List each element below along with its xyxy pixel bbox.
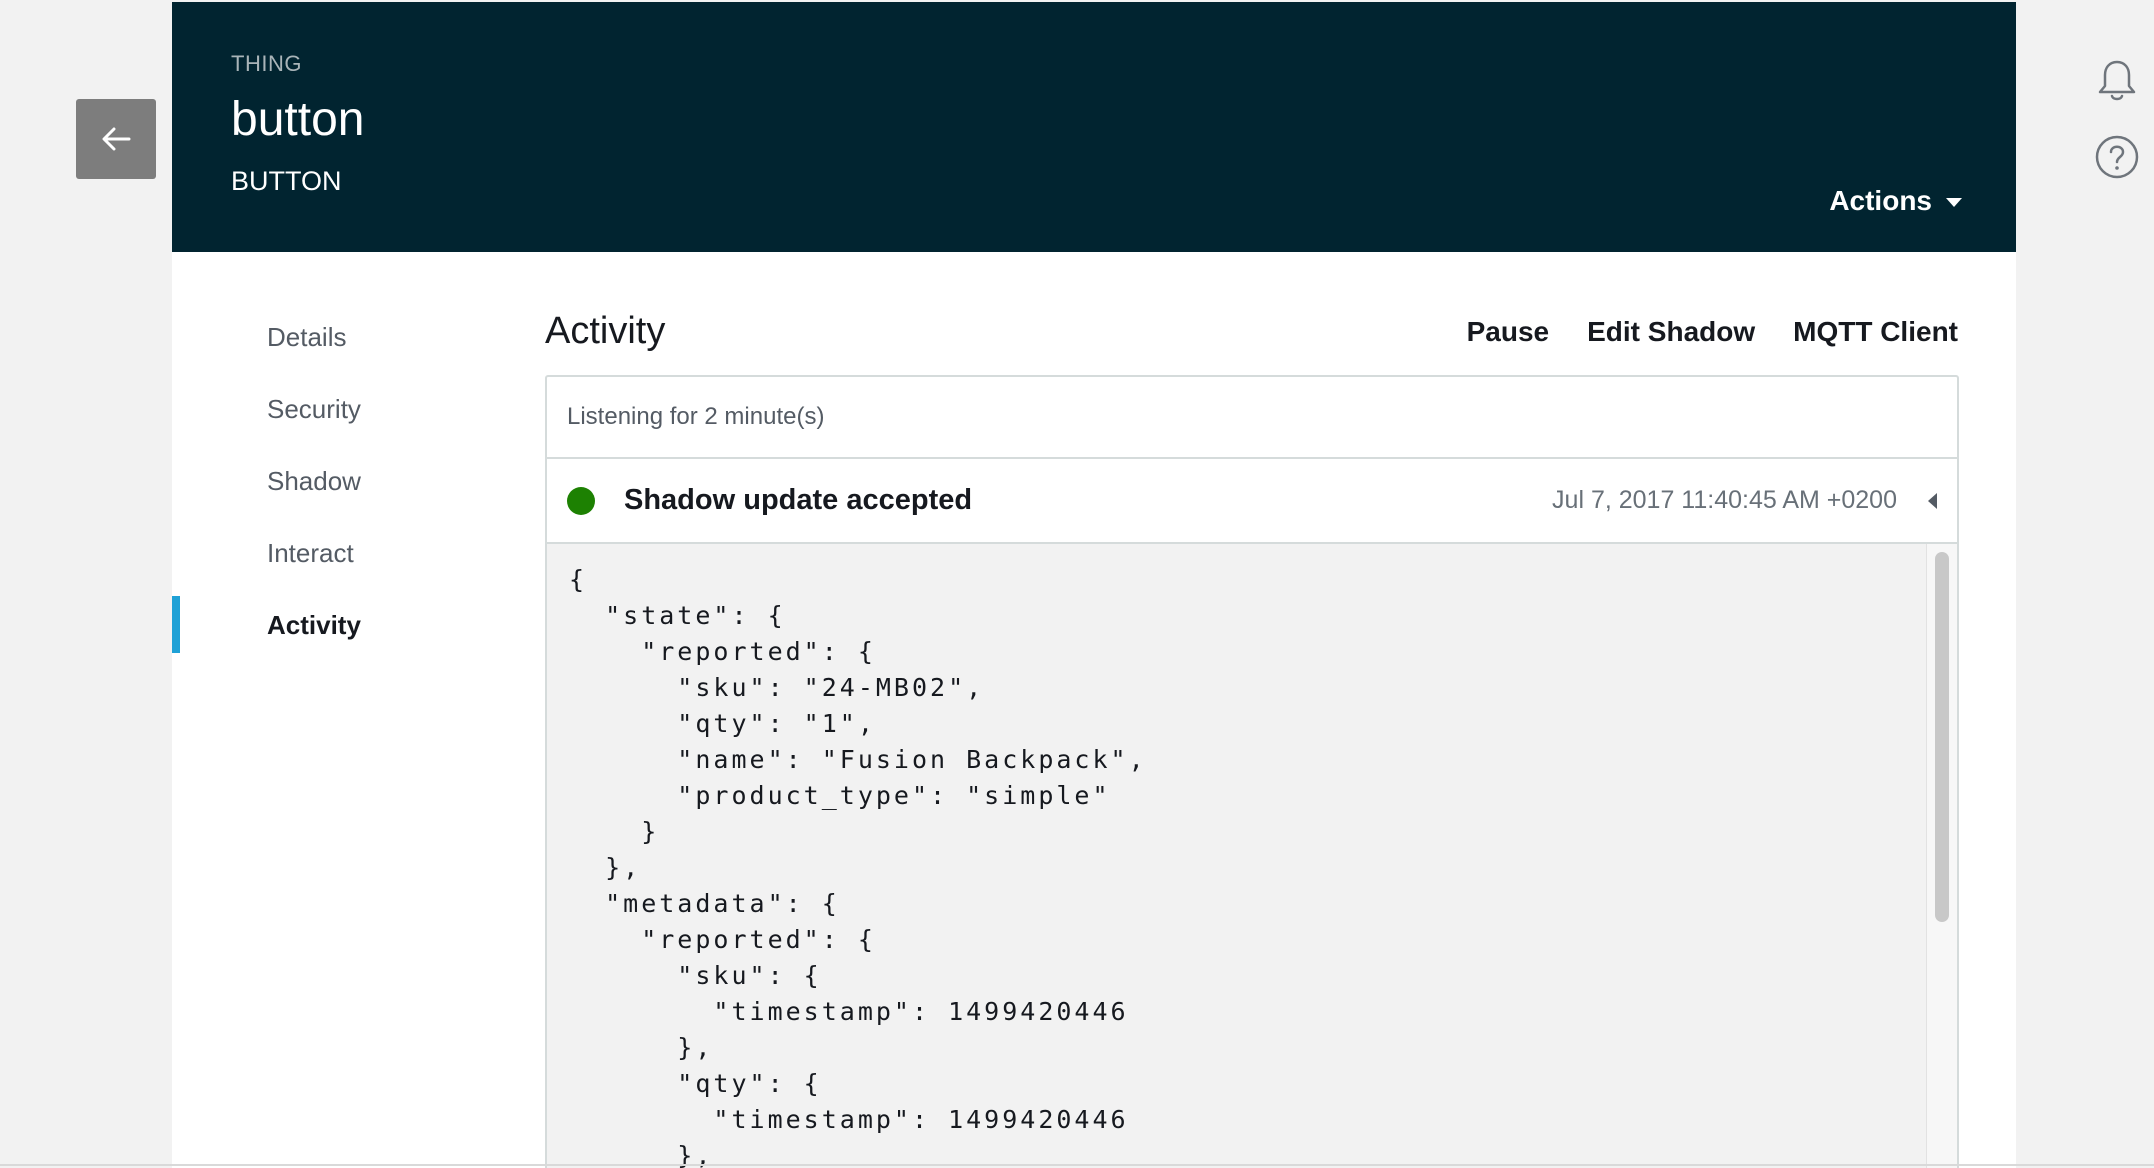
payload-line: "reported": { bbox=[569, 637, 876, 666]
section-title: Activity bbox=[545, 310, 666, 352]
payload-line: "timestamp": 1499420446 bbox=[569, 1105, 1129, 1134]
bell-icon bbox=[2098, 60, 2136, 101]
event-row[interactable]: Shadow update accepted Jul 7, 2017 11:40… bbox=[547, 459, 1957, 544]
sidebar-item-shadow[interactable]: Shadow bbox=[267, 466, 361, 497]
shadow-payload: { "state": { "reported": { "sku": "24-MB… bbox=[569, 562, 1147, 1168]
status-dot-icon bbox=[567, 486, 595, 515]
edit-shadow-button[interactable]: Edit Shadow bbox=[1587, 316, 1755, 348]
activity-panel: Listening for 2 minute(s) Shadow update … bbox=[545, 375, 1959, 1168]
payload-scrollbar[interactable] bbox=[1926, 544, 1957, 1168]
payload-line: "name": "Fusion Backpack", bbox=[569, 745, 1147, 774]
sidebar-item-security[interactable]: Security bbox=[267, 394, 361, 425]
actions-dropdown-button[interactable]: Actions bbox=[1829, 185, 1962, 217]
payload-line: { bbox=[569, 565, 588, 594]
mqtt-client-button[interactable]: MQTT Client bbox=[1793, 316, 1958, 348]
listening-bar: Listening for 2 minute(s) bbox=[547, 377, 1957, 459]
sidebar-item-details[interactable]: Details bbox=[267, 322, 346, 353]
thing-type: BUTTON bbox=[231, 166, 342, 196]
payload-line: "reported": { bbox=[569, 925, 876, 954]
event-timestamp: Jul 7, 2017 11:40:45 AM +0200 bbox=[1552, 486, 1897, 514]
header-kicker: THING bbox=[231, 51, 302, 76]
payload-line: }, bbox=[569, 1033, 714, 1062]
payload-line: "product_type": "simple" bbox=[569, 781, 1111, 810]
arrow-left-icon bbox=[102, 127, 131, 151]
payload-line: "sku": "24-MB02", bbox=[569, 673, 985, 702]
help-button[interactable] bbox=[2094, 134, 2140, 180]
payload-line: "qty": "1", bbox=[569, 709, 876, 738]
thing-header: THING button BUTTON Actions bbox=[172, 2, 2016, 252]
sidebar-item-activity[interactable]: Activity bbox=[267, 610, 361, 641]
help-icon bbox=[2095, 135, 2139, 179]
caret-left-icon[interactable] bbox=[1928, 492, 1937, 509]
actions-label: Actions bbox=[1829, 185, 1932, 216]
payload-line: "sku": { bbox=[569, 961, 822, 990]
payload-line: } bbox=[569, 817, 660, 846]
divider bbox=[0, 1164, 2154, 1166]
payload-line: "timestamp": 1499420446 bbox=[569, 997, 1129, 1026]
scrollbar-thumb[interactable] bbox=[1935, 552, 1949, 922]
notifications-button[interactable] bbox=[2094, 58, 2140, 104]
payload-line: }, bbox=[569, 853, 642, 882]
payload-viewer: { "state": { "reported": { "sku": "24-MB… bbox=[547, 544, 1957, 1168]
event-title: Shadow update accepted bbox=[624, 484, 973, 516]
chevron-down-icon bbox=[1946, 198, 1962, 207]
active-nav-indicator bbox=[172, 596, 180, 653]
payload-line: "qty": { bbox=[569, 1069, 822, 1098]
listening-status: Listening for 2 minute(s) bbox=[567, 403, 825, 430]
payload-line: "state": { bbox=[569, 601, 786, 630]
pause-button[interactable]: Pause bbox=[1467, 316, 1550, 348]
payload-line: "metadata": { bbox=[569, 889, 840, 918]
page: THING button BUTTON Actions Details Secu… bbox=[0, 0, 2154, 1168]
main-card: THING button BUTTON Actions Details Secu… bbox=[172, 2, 2016, 1168]
thing-name: button bbox=[231, 93, 365, 146]
side-nav: Details Security Shadow Interact Activit… bbox=[172, 252, 472, 653]
back-button[interactable] bbox=[76, 99, 156, 179]
sidebar-item-interact[interactable]: Interact bbox=[267, 538, 354, 569]
activity-actions: Pause Edit Shadow MQTT Client bbox=[1467, 316, 1958, 348]
